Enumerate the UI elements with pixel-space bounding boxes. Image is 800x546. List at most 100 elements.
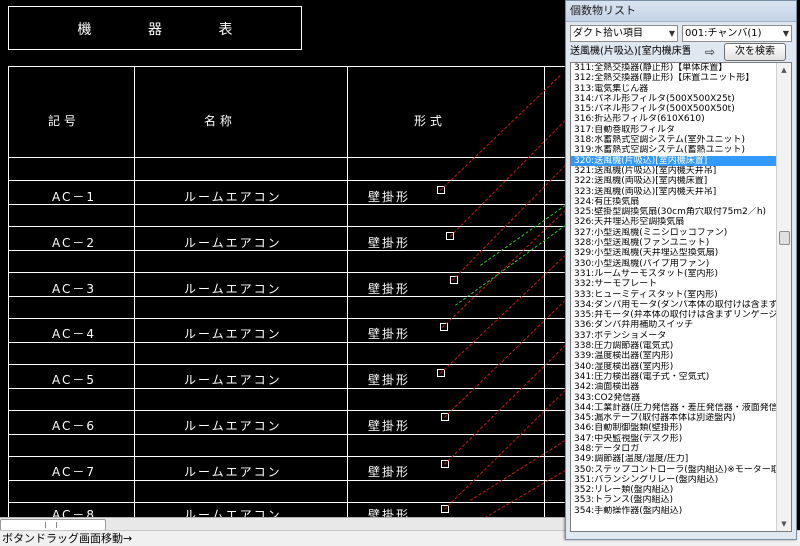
row-type: 壁掛形: [368, 190, 411, 204]
table-grid-line: [8, 410, 568, 411]
list-item[interactable]: 316:折込形フィルタ(610X610): [571, 114, 777, 124]
table-grid-line: [8, 180, 568, 181]
list-item[interactable]: 327:小型送風機(ミニシロッコファン): [571, 228, 777, 238]
table-grid-line: [8, 388, 568, 389]
scroll-down-icon[interactable]: ▼: [777, 517, 791, 531]
list-item[interactable]: 335:弁モータ(弁本体の取付けは含まずリンゲージ共): [571, 310, 777, 320]
list-item[interactable]: 328:小型送風機(ファンユニット): [571, 238, 777, 248]
header-name: 名 称: [204, 114, 232, 128]
row-type: 壁掛形: [368, 327, 411, 341]
table-top-border: [8, 66, 568, 67]
list-item[interactable]: 312:全熱交換器(静止形)【床置ユニット形】: [571, 73, 777, 83]
list-item[interactable]: 318:水蓄熱式空調システム(室外ユニット): [571, 135, 777, 145]
list-item[interactable]: 330:小型送風機(パイプ用ファン): [571, 259, 777, 269]
table-grid-line: [8, 157, 568, 158]
list-item[interactable]: 344:工業計器(圧力発信器・差圧発信器・液面発信: [571, 403, 777, 413]
list-item[interactable]: 314:パネル形フィルタ(500X500X25t): [571, 94, 777, 104]
row-name: ルームエアコン: [184, 190, 282, 204]
list-item[interactable]: 336:ダンパ弁用補助スイッチ: [571, 320, 777, 330]
row-code: AC－3: [52, 282, 97, 296]
list-item[interactable]: 317:自動巻取形フィルタ: [571, 125, 777, 135]
list-item[interactable]: 319:水蓄熱式空調システム(蓄熱ユニット): [571, 145, 777, 155]
list-item[interactable]: 340:湿度検出器(室内形): [571, 362, 777, 372]
list-item[interactable]: 350:ステップコントローラ(盤内組込)※モーター取付け含: [571, 465, 777, 475]
table-grid-line: [8, 434, 568, 435]
row-type: 壁掛形: [368, 373, 411, 387]
list-item[interactable]: 338:圧力調節器(電気式): [571, 341, 777, 351]
row-code: AC－6: [52, 419, 97, 433]
row-name: ルームエアコン: [184, 419, 282, 433]
chevron-down-icon: ▼: [782, 29, 789, 38]
row-type: 壁掛形: [368, 419, 411, 433]
list-item[interactable]: 349:調節器[温度/湿度/圧力]: [571, 454, 777, 464]
leader-line: [444, 345, 566, 465]
list-item[interactable]: 326:天井埋込形空調換気扇: [571, 217, 777, 227]
list-item[interactable]: 342:油面検出器: [571, 382, 777, 392]
row-code: AC－5: [52, 373, 97, 387]
list-item[interactable]: 323:送風機(両吸込)[室内機天井吊]: [571, 187, 777, 197]
item-listbox[interactable]: 311:全熱交換器(静止形)【単体床置】 312:全熱交換器(静止形)【床置ユニッ…: [570, 62, 792, 532]
list-item[interactable]: 347:中央監視盤(デスク形): [571, 434, 777, 444]
arrow-right-icon: ⇨: [704, 45, 716, 59]
row-name: ルームエアコン: [184, 373, 282, 387]
list-item[interactable]: 343:CO2発信器: [571, 393, 777, 403]
scroll-up-icon[interactable]: ▲: [777, 63, 791, 77]
list-item[interactable]: 320:送風機(片吸込)[室内機床置]: [571, 155, 777, 166]
list-item[interactable]: 321:送風機(片吸込)[室内機天井吊]: [571, 166, 777, 176]
list-item[interactable]: 352:リレー類(盤内組込): [571, 485, 777, 495]
list-item[interactable]: 332:サーモプレート: [571, 279, 777, 289]
item-list-panel: 個数物リスト ダクト拾い項目 ▼ 001:チャンバ(1) ▼ 送風機(片吸込)[…: [565, 0, 797, 540]
list-item[interactable]: 329:小型送風機(天井埋込型換気扇): [571, 248, 777, 258]
list-item[interactable]: 354:手動操作器(盤内組込): [571, 506, 777, 516]
list-item[interactable]: 333:ヒューミディスタット(室内形): [571, 290, 777, 300]
vertical-scrollbar[interactable]: ▲ ▼: [776, 63, 791, 531]
row-code: AC－1: [52, 190, 97, 204]
table-grid-line: [8, 456, 568, 457]
table-grid-line: [8, 226, 568, 227]
leader-line: [480, 470, 566, 521]
header-code: 記 号: [48, 114, 76, 128]
list-item[interactable]: 334:ダンパ用モータ(ダンパ本体の取付けは含まず)リンケ: [571, 300, 777, 310]
header-type: 形 式: [414, 114, 442, 128]
row-name: ルームエアコン: [184, 465, 282, 479]
list-item[interactable]: 331:ルームサーモスタット(室内形): [571, 269, 777, 279]
list-item[interactable]: 339:温度検出器(室内形): [571, 351, 777, 361]
list-item[interactable]: 351:バランシングリレー(盤内組込): [571, 475, 777, 485]
list-item[interactable]: 325:壁掛型調換気扇(30cm角穴取付75m2／h): [571, 207, 777, 217]
find-next-button[interactable]: 次を検索: [724, 43, 786, 61]
chevron-down-icon: ▼: [668, 29, 675, 38]
row-name: ルームエアコン: [184, 282, 282, 296]
row-name: ルームエアコン: [184, 327, 282, 341]
current-item-text: 送風機(片吸込)[室内機床置: [570, 46, 690, 57]
row-type: 壁掛形: [368, 236, 411, 250]
list-item[interactable]: 324:有圧換気扇: [571, 197, 777, 207]
vertical-scroll-thumb[interactable]: [779, 231, 790, 245]
list-item[interactable]: 353:トランス(盤内組込): [571, 495, 777, 505]
list-item[interactable]: 311:全熱交換器(静止形)【単体床置】: [571, 63, 777, 73]
row-code: AC－7: [52, 465, 97, 479]
row-code: AC－4: [52, 327, 97, 341]
list-item[interactable]: 346:自動制御盤類(壁掛形): [571, 423, 777, 433]
grip-icon: [45, 522, 57, 528]
table-grid-line: [8, 502, 568, 503]
horizontal-scroll-thumb[interactable]: [0, 519, 106, 530]
panel-title: 個数物リスト: [566, 1, 796, 22]
category-select-value: ダクト拾い項目: [573, 28, 643, 39]
list-item[interactable]: 345:漏水テープ(取付器本体は別途盤内): [571, 413, 777, 423]
list-item[interactable]: 315:パネル形フィルタ(500X500X50t): [571, 104, 777, 114]
row-name: ルームエアコン: [184, 236, 282, 250]
list-item[interactable]: 341:圧力検出器(電子式・空気式): [571, 372, 777, 382]
item-select[interactable]: 001:チャンバ(1) ▼: [682, 25, 792, 42]
table-grid-line: [8, 342, 568, 343]
table-grid-line: [8, 272, 568, 273]
list-item[interactable]: 322:送風機(両吸込)[室内機床置]: [571, 176, 777, 186]
horizontal-scrollbar[interactable]: [0, 517, 565, 530]
row-type: 壁掛形: [368, 282, 411, 296]
list-item[interactable]: 313:電気集じん器: [571, 84, 777, 94]
item-select-value: 001:チャンバ(1): [685, 28, 762, 39]
table-grid-line: [8, 318, 568, 319]
category-select[interactable]: ダクト拾い項目 ▼: [570, 25, 678, 42]
list-item[interactable]: 348:データロガ: [571, 444, 777, 454]
leader-line: [450, 120, 566, 237]
list-item[interactable]: 337:ポテンショメータ: [571, 331, 777, 341]
